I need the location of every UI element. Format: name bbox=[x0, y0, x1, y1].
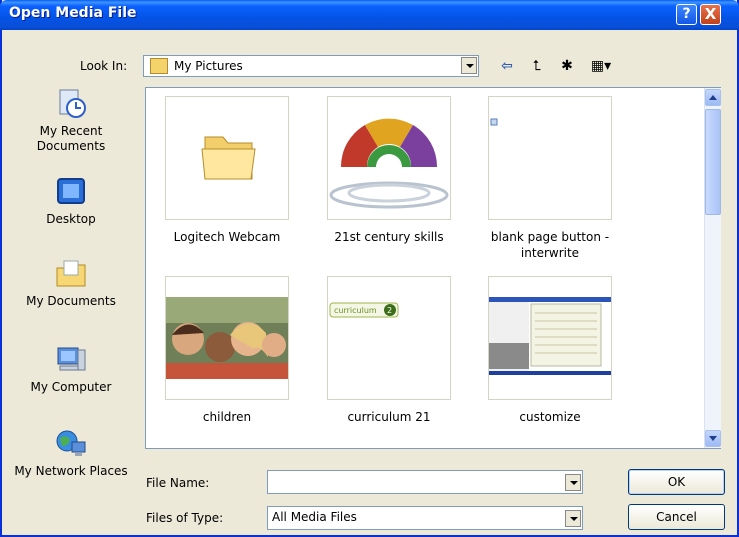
file-name[interactable]: 21st century skills bbox=[314, 229, 464, 245]
customize-screenshot-image bbox=[489, 297, 611, 377]
file-list[interactable]: Logitech Webcam 21st century skills blan… bbox=[145, 87, 721, 449]
place-label: My Recent Documents bbox=[36, 124, 106, 153]
file-name-input[interactable] bbox=[267, 470, 583, 494]
file-thumbnail[interactable] bbox=[165, 96, 289, 220]
chevron-down-icon[interactable] bbox=[565, 510, 581, 527]
my-computer-icon bbox=[57, 347, 86, 371]
vertical-scrollbar[interactable] bbox=[704, 88, 721, 448]
place-my-documents[interactable]: My Documents bbox=[6, 258, 136, 309]
look-in-value: My Pictures bbox=[174, 59, 243, 73]
view-menu-icon[interactable]: ▦▾ bbox=[585, 57, 617, 75]
file-name[interactable]: customize bbox=[475, 409, 625, 425]
file-name-label: File Name: bbox=[146, 476, 210, 490]
place-network-places[interactable]: My Network Places bbox=[6, 428, 136, 479]
file-thumbnail[interactable] bbox=[488, 276, 612, 400]
logo-text: curriculum bbox=[334, 306, 377, 315]
file-thumbnail[interactable] bbox=[488, 96, 612, 220]
file-thumbnail[interactable] bbox=[327, 96, 451, 220]
file-thumbnail[interactable]: curriculum 2 bbox=[327, 276, 451, 400]
files-of-type-label: Files of Type: bbox=[146, 511, 224, 525]
back-arrow-icon[interactable]: ⇦ bbox=[497, 57, 517, 75]
files-of-type-value: All Media Files bbox=[272, 510, 357, 524]
recent-documents-icon bbox=[59, 89, 86, 118]
file-name[interactable]: blank page button - interwrite bbox=[475, 229, 625, 261]
place-label: My Documents bbox=[26, 294, 116, 308]
new-folder-icon[interactable]: ✱ bbox=[556, 57, 578, 75]
look-in-label: Look In: bbox=[80, 59, 128, 73]
desktop-icon bbox=[57, 178, 85, 204]
children-photo-image bbox=[166, 297, 288, 379]
file-name[interactable]: curriculum 21 bbox=[314, 409, 464, 425]
close-button[interactable]: X bbox=[700, 4, 721, 25]
place-desktop[interactable]: Desktop bbox=[6, 176, 136, 227]
place-label: Desktop bbox=[46, 212, 96, 226]
scroll-down-icon[interactable] bbox=[705, 430, 721, 447]
folder-icon bbox=[201, 136, 256, 180]
up-folder-icon[interactable]: ⮤ bbox=[527, 57, 547, 75]
place-recent-documents[interactable]: My Recent Documents bbox=[6, 88, 136, 154]
svg-text:2: 2 bbox=[387, 306, 392, 315]
cancel-button[interactable]: Cancel bbox=[628, 504, 725, 530]
title-bar[interactable]: Open Media File ? X bbox=[0, 0, 739, 30]
file-thumbnail[interactable] bbox=[165, 276, 289, 400]
file-name[interactable]: Logitech Webcam bbox=[152, 229, 302, 245]
chevron-down-icon[interactable] bbox=[565, 474, 581, 491]
place-label: My Computer bbox=[30, 380, 112, 394]
network-places-icon bbox=[56, 430, 86, 456]
curriculum-logo-image: curriculum 2 bbox=[329, 302, 399, 318]
files-of-type-dropdown[interactable]: All Media Files bbox=[267, 506, 583, 530]
look-in-dropdown[interactable]: My Pictures bbox=[143, 55, 479, 77]
skills-wheel-image bbox=[329, 118, 449, 209]
my-documents-icon bbox=[56, 260, 86, 287]
scroll-up-icon[interactable] bbox=[705, 89, 721, 106]
help-button[interactable]: ? bbox=[676, 4, 697, 25]
ok-button[interactable]: OK bbox=[628, 469, 725, 495]
place-label: My Network Places bbox=[14, 464, 128, 478]
blank-page-button-image bbox=[490, 118, 498, 126]
file-name[interactable]: children bbox=[152, 409, 302, 425]
chevron-down-icon[interactable] bbox=[461, 57, 477, 74]
folder-icon bbox=[150, 58, 168, 74]
window-title: Open Media File bbox=[9, 5, 137, 21]
scrollbar-thumb[interactable] bbox=[705, 109, 721, 215]
place-my-computer[interactable]: My Computer bbox=[6, 344, 136, 395]
